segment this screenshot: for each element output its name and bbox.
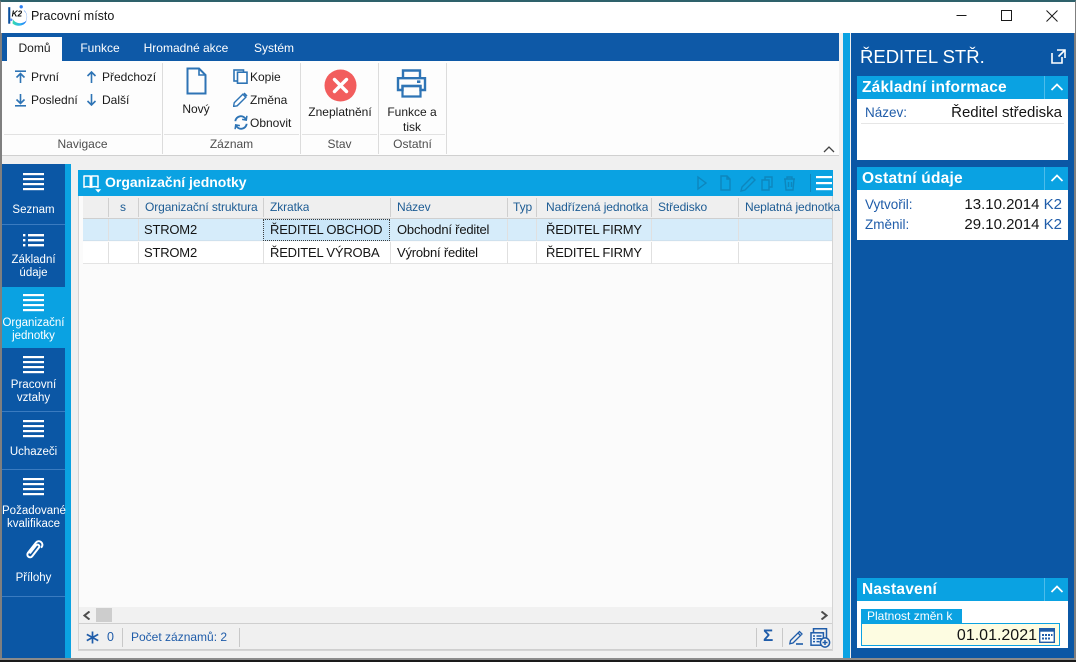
svg-text:K2: K2 [12,10,23,19]
